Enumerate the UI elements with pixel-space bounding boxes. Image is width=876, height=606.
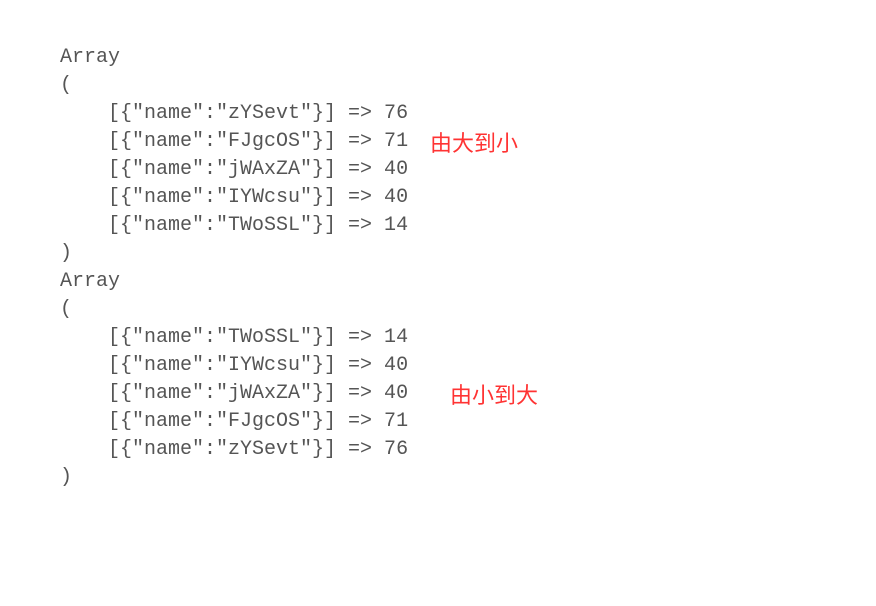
close-paren-2: ) [60, 466, 72, 489]
close-paren-1: ) [60, 242, 72, 265]
array2-line4: [{"name":"zYSevt"}] => 76 [60, 438, 408, 461]
array2-line0: [{"name":"TWoSSL"}] => 14 [60, 326, 408, 349]
annotation-desc-2: 由小到大 [450, 378, 538, 410]
array2-line1: [{"name":"IYWcsu"}] => 40 [60, 354, 408, 377]
array-label-1: Array [60, 46, 120, 69]
array1-line2: [{"name":"jWAxZA"}] => 40 [60, 158, 408, 181]
array-label-2: Array [60, 270, 120, 293]
open-paren-1: ( [60, 74, 72, 97]
array1-line1: [{"name":"FJgcOS"}] => 71 [60, 130, 408, 153]
array1-line3: [{"name":"IYWcsu"}] => 40 [60, 186, 408, 209]
code-output: Array ( [{"name":"zYSevt"}] => 76 [{"nam… [60, 16, 408, 492]
array1-line0: [{"name":"zYSevt"}] => 76 [60, 102, 408, 125]
array2-line3: [{"name":"FJgcOS"}] => 71 [60, 410, 408, 433]
open-paren-2: ( [60, 298, 72, 321]
array2-line2: [{"name":"jWAxZA"}] => 40 [60, 382, 408, 405]
array1-line4: [{"name":"TWoSSL"}] => 14 [60, 214, 408, 237]
annotation-desc-1: 由大到小 [430, 126, 518, 158]
